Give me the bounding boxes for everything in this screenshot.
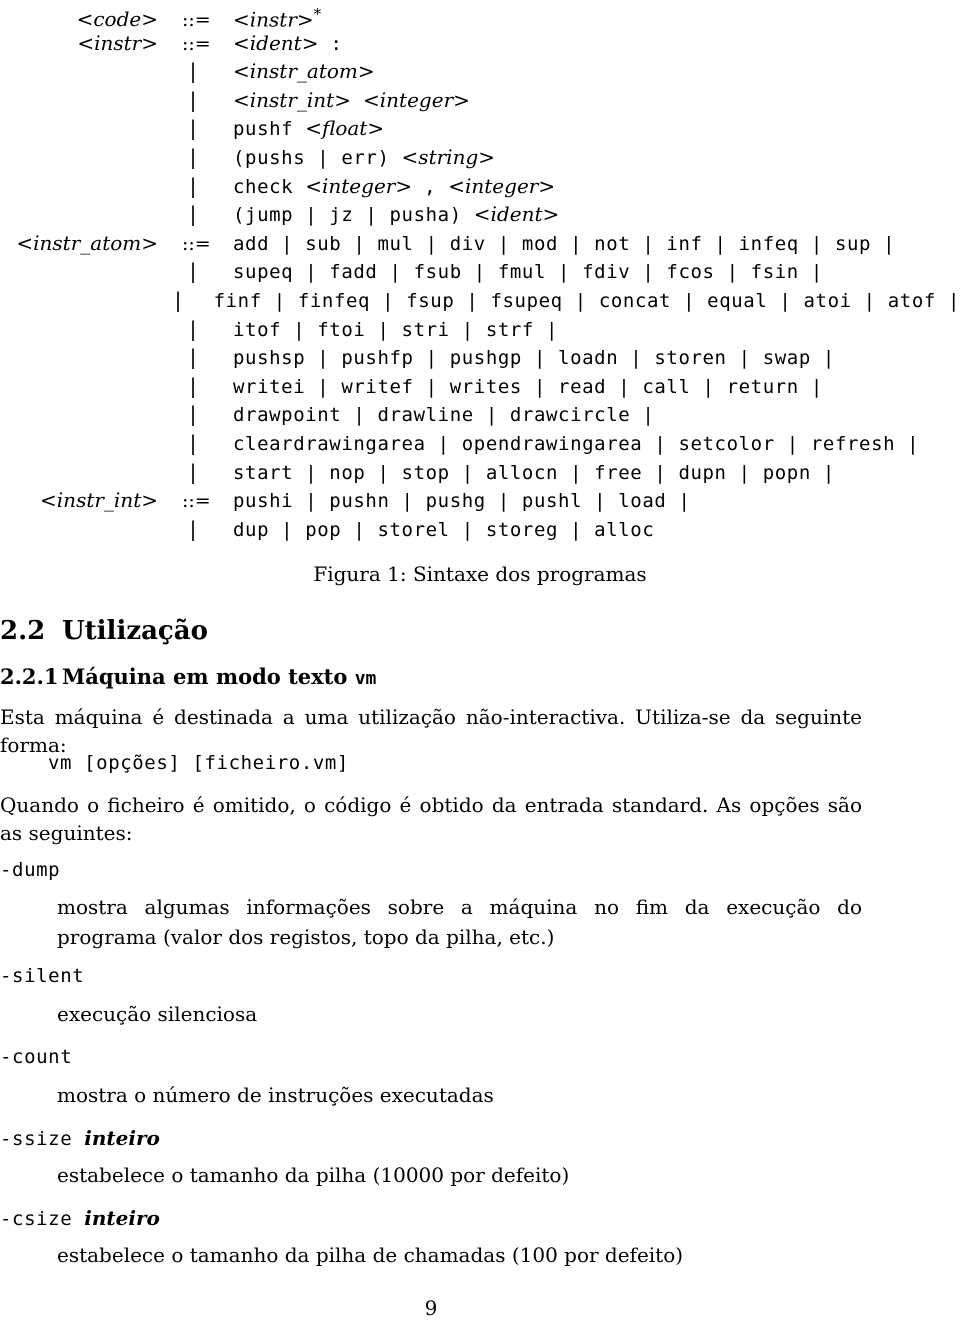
grammar-lhs: <instr_atom>	[16, 230, 158, 255]
grammar-alternative-bar: |	[171, 287, 184, 312]
intro-paragraph: Esta máquina é destinada a uma utilizaçã…	[0, 705, 862, 757]
usage-command-line: vm [opções] [ficheiro.vm]	[48, 752, 349, 774]
grammar-rhs: pushf <float>	[233, 116, 385, 141]
grammar-alternative-bar: |	[187, 402, 200, 427]
grammar-alternative-bar: |	[187, 144, 200, 169]
grammar-rhs: (jump | jz | pusha) <ident>	[233, 202, 560, 227]
grammar-lhs: <instr_int>	[40, 488, 158, 513]
options-intro-paragraph: Quando o ficheiro é omitido, o código é …	[0, 793, 862, 845]
grammar-row: | drawpoint | drawline | drawcircle |	[0, 400, 960, 429]
grammar-alternative-bar: |	[187, 430, 200, 455]
option-flag: -silent	[0, 965, 85, 987]
grammar-rhs: add | sub | mul | div | mod | not | inf …	[233, 232, 896, 255]
grammar-row: | finf | finfeq | fsup | fsupeq | concat…	[0, 286, 960, 315]
grammar-alternative-bar: |	[187, 59, 200, 84]
grammar-rhs: <instr_int> <integer>	[233, 87, 470, 112]
grammar-operator: ::=	[182, 32, 211, 55]
figure-grammar: <code> ::= <instr>* <instr> ::= <ident> …	[0, 0, 960, 543]
grammar-rhs: writei | writef | writes | read | call |…	[233, 375, 823, 398]
grammar-row: | (jump | jz | pusha) <ident>	[0, 200, 960, 229]
grammar-rhs: (pushs | err) <string>	[233, 144, 496, 169]
grammar-rhs: itof | ftoi | stri | strf |	[233, 318, 559, 341]
grammar-alternative-bar: |	[187, 202, 200, 227]
grammar-rhs: dup | pop | storel | storeg | alloc	[233, 518, 655, 541]
grammar-alternative-bar: |	[187, 345, 200, 370]
figure-caption: Figura 1: Sintaxe dos programas	[313, 562, 647, 586]
option-term: -ssize inteiro	[0, 1126, 160, 1150]
grammar-rhs: pushi | pushn | pushg | pushl | load |	[233, 490, 691, 513]
grammar-row: | check <integer> , <integer>	[0, 172, 960, 201]
section-title: Utilização	[62, 616, 208, 646]
option-term: -csize inteiro	[0, 1206, 160, 1230]
subsection-command-name: vm	[354, 668, 377, 689]
grammar-row: | pushf <float>	[0, 114, 960, 143]
grammar-operator: ::=	[182, 232, 211, 255]
option-flag: -count	[0, 1046, 73, 1068]
grammar-row: | writei | writef | writes | read | call…	[0, 372, 960, 401]
grammar-row: | <instr_int> <integer>	[0, 86, 960, 115]
subsection-heading: 2.2.1 Máquina em modo texto vm	[0, 664, 376, 689]
document-page: <code> ::= <instr>* <instr> ::= <ident> …	[0, 0, 960, 1329]
option-flag: -dump	[0, 859, 61, 881]
option-flag: -ssize	[0, 1128, 73, 1150]
grammar-alternative-bar: |	[187, 459, 200, 484]
option-flag: -csize	[0, 1208, 73, 1230]
grammar-alternative-bar: |	[187, 116, 200, 141]
grammar-alternative-bar: |	[187, 259, 200, 284]
grammar-alternative-bar: |	[187, 516, 200, 541]
grammar-rhs: finf | finfeq | fsup | fsupeq | concat |…	[213, 289, 960, 312]
section-number: 2.2	[0, 616, 46, 646]
grammar-alternative-bar: |	[187, 316, 200, 341]
section-heading: 2.2 Utilização	[0, 616, 208, 646]
grammar-rhs: start | nop | stop | allocn | free | dup…	[233, 461, 835, 484]
grammar-row: <code> ::= <instr>*	[0, 0, 960, 31]
subsection-number: 2.2.1	[0, 664, 59, 689]
grammar-alternative-bar: |	[187, 373, 200, 398]
grammar-row: <instr_atom> ::= add | sub | mul | div |…	[0, 229, 960, 258]
option-description: execução silenciosa	[57, 1002, 258, 1026]
grammar-rhs: supeq | fadd | fsub | fmul | fdiv | fcos…	[233, 261, 823, 284]
grammar-rhs: cleardrawingarea | opendrawingarea | set…	[233, 432, 920, 455]
grammar-lhs: <instr>	[77, 30, 158, 55]
grammar-row: | itof | ftoi | stri | strf |	[0, 315, 960, 344]
grammar-row: | dup | pop | storel | storeg | alloc	[0, 515, 960, 544]
grammar-rhs: pushsp | pushfp | pushgp | loadn | store…	[233, 347, 835, 370]
grammar-row: | start | nop | stop | allocn | free | d…	[0, 458, 960, 487]
grammar-row: | cleardrawingarea | opendrawingarea | s…	[0, 429, 960, 458]
page-number: 9	[424, 1296, 438, 1320]
grammar-row: | supeq | fadd | fsub | fmul | fdiv | fc…	[0, 257, 960, 286]
option-description: mostra o número de instruções executadas	[57, 1083, 494, 1107]
grammar-rhs: check <integer> , <integer>	[233, 173, 556, 198]
subsection-title: Máquina em modo texto	[62, 664, 348, 689]
option-description: estabelece o tamanho da pilha de chamada…	[57, 1243, 684, 1267]
grammar-row: | <instr_atom>	[0, 57, 960, 86]
grammar-row: <instr> ::= <ident> :	[0, 29, 960, 58]
grammar-rhs: <ident> :	[233, 30, 343, 55]
grammar-alternative-bar: |	[187, 87, 200, 112]
option-argument: inteiro	[84, 1206, 160, 1230]
grammar-row: | pushsp | pushfp | pushgp | loadn | sto…	[0, 343, 960, 372]
option-term: -silent	[0, 965, 84, 987]
grammar-rhs: <instr_atom>	[233, 59, 375, 84]
grammar-block: <code> ::= <instr>* <instr> ::= <ident> …	[0, 0, 960, 543]
grammar-alternative-bar: |	[187, 173, 200, 198]
option-term: -dump	[0, 859, 60, 881]
option-argument: inteiro	[84, 1126, 160, 1150]
grammar-row: <instr_int> ::= pushi | pushn | pushg | …	[0, 486, 960, 515]
option-description: estabelece o tamanho da pilha (10000 por…	[57, 1163, 570, 1187]
grammar-rhs: drawpoint | drawline | drawcircle |	[233, 404, 655, 427]
grammar-operator: ::=	[182, 490, 211, 513]
option-term: -count	[0, 1046, 72, 1068]
grammar-row: | (pushs | err) <string>	[0, 143, 960, 172]
option-description: mostra algumas informações sobre a máqui…	[57, 895, 862, 949]
